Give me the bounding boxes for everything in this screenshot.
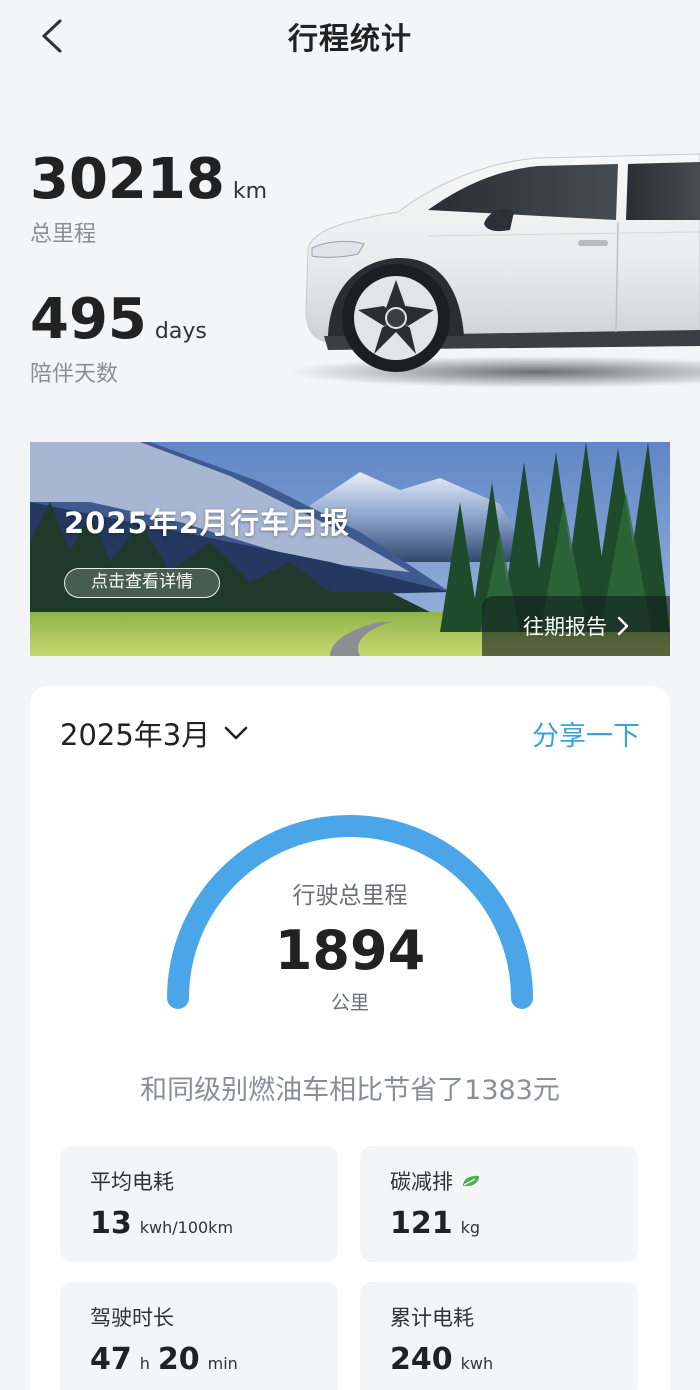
chevron-right-icon <box>617 616 629 636</box>
month-label: 2025年3月 <box>60 718 211 752</box>
share-button[interactable]: 分享一下 <box>532 714 640 753</box>
page-title: 行程统计 <box>288 22 412 57</box>
driving-duration-tile: 驾驶时长 47 h 20 min <box>60 1282 338 1390</box>
monthly-stats-card: 2025年3月 分享一下 行驶总里程 1894 公里 和同级别燃油车相比节省了1… <box>30 686 670 1390</box>
driving-hours-value: 47 <box>90 1342 132 1377</box>
leaf-icon <box>463 1175 479 1187</box>
carbon-reduction-unit: kg <box>460 1218 481 1237</box>
top-bar: 行程统计 <box>0 0 700 72</box>
past-reports-button[interactable]: 往期报告 <box>482 596 670 656</box>
banner-title: 2025年2月行车月报 <box>64 506 350 540</box>
driving-minutes-value: 20 <box>157 1342 200 1377</box>
total-mileage-value: 30218 <box>30 147 225 212</box>
past-reports-label: 往期报告 <box>523 615 607 639</box>
carbon-reduction-label: 碳减排 <box>390 1170 453 1194</box>
total-mileage-unit: km <box>232 179 267 204</box>
days-label: 陪伴天数 <box>30 362 119 387</box>
driving-duration-label: 驾驶时长 <box>90 1306 174 1330</box>
fuel-saving-text: 和同级别燃油车相比节省了1383元 <box>140 1075 560 1106</box>
avg-consumption-label: 平均电耗 <box>90 1170 174 1194</box>
gauge-value: 1894 <box>274 919 426 982</box>
avg-consumption-unit: kwh/100km <box>139 1218 234 1237</box>
carbon-reduction-tile: 碳减排 121 kg <box>360 1146 638 1262</box>
monthly-report-banner[interactable]: 2025年2月行车月报 点击查看详情 往期报告 <box>30 442 670 656</box>
total-mileage-stat: 30218 km 总里程 <box>30 152 267 248</box>
total-consumption-value: 240 <box>390 1342 453 1377</box>
avg-consumption-tile: 平均电耗 13 kwh/100km <box>60 1146 338 1262</box>
month-selector[interactable]: 2025年3月 <box>60 712 248 754</box>
chevron-down-icon <box>224 726 248 740</box>
total-consumption-tile: 累计电耗 240 kwh <box>360 1282 638 1390</box>
avg-consumption-value: 13 <box>90 1206 132 1241</box>
total-mileage-label: 总里程 <box>30 222 97 247</box>
days-stat: 495 days 陪伴天数 <box>30 292 207 388</box>
total-consumption-label: 累计电耗 <box>390 1306 474 1330</box>
gauge-unit: 公里 <box>330 992 369 1014</box>
driving-hours-unit: h <box>139 1354 150 1373</box>
driving-minutes-unit: min <box>207 1354 238 1373</box>
total-consumption-unit: kwh <box>460 1354 494 1373</box>
days-unit: days <box>154 319 207 344</box>
view-details-button[interactable]: 点击查看详情 <box>64 568 220 598</box>
carbon-reduction-value: 121 <box>390 1206 453 1241</box>
car-image <box>288 153 700 388</box>
gauge-label: 行驶总里程 <box>292 883 408 909</box>
days-value: 495 <box>30 287 147 352</box>
